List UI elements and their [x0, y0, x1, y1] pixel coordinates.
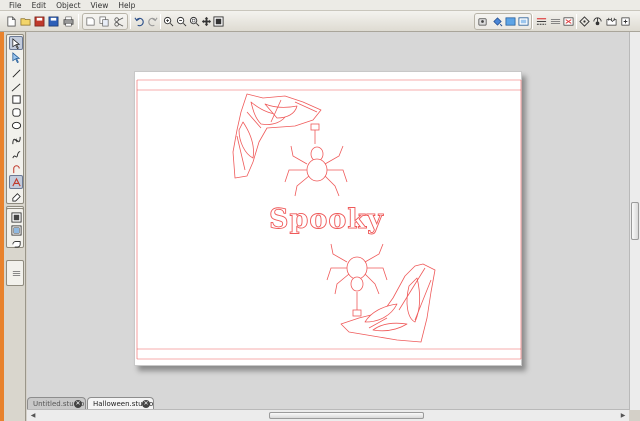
trace-icon[interactable] — [578, 14, 591, 28]
zoom-in-icon[interactable] — [162, 14, 175, 28]
tab-halloween[interactable]: Halloween.studio ✕ — [87, 397, 154, 409]
line-style-icon[interactable] — [535, 14, 548, 28]
select-tool-icon[interactable] — [9, 36, 23, 50]
main-toolbar — [0, 11, 640, 32]
menu-object[interactable]: Object — [51, 0, 85, 11]
panels-group — [6, 208, 24, 248]
horizontal-scrollbar[interactable]: ◀ ▶ — [27, 409, 629, 421]
open-folder-icon[interactable] — [19, 14, 32, 28]
toolbar-separator — [532, 14, 533, 29]
print-icon[interactable] — [62, 14, 75, 28]
copy-icon[interactable] — [98, 14, 111, 28]
fill-icon[interactable] — [491, 14, 504, 28]
tool-sidebar — [4, 32, 26, 421]
close-icon[interactable]: ✕ — [74, 400, 82, 408]
design-canvas[interactable]: Spooky — [27, 32, 629, 396]
point-edit-tool-icon[interactable] — [9, 50, 23, 64]
scroll-right-arrow-icon[interactable]: ▶ — [619, 411, 627, 419]
curve-tool-icon[interactable] — [9, 133, 23, 147]
eraser-tool-icon[interactable] — [9, 189, 23, 203]
design-artwork: Spooky — [136, 79, 522, 360]
cut-icon[interactable] — [84, 14, 97, 28]
rounded-rectangle-tool-icon[interactable] — [9, 105, 23, 119]
fill-panel-icon[interactable] — [9, 210, 23, 224]
document-tabs: Untitled.studio ✕ Halloween.studio ✕ — [27, 396, 629, 409]
transform-icon[interactable] — [562, 14, 575, 28]
toolbar-separator — [576, 14, 577, 29]
text-tool-icon[interactable] — [9, 175, 23, 189]
library-icon[interactable] — [9, 235, 23, 249]
spider-bottom — [326, 243, 388, 317]
undo-icon[interactable] — [133, 14, 146, 28]
vertical-scrollbar[interactable] — [629, 32, 640, 410]
tab-untitled[interactable]: Untitled.studio ✕ — [27, 397, 86, 409]
zoom-out-icon[interactable] — [175, 14, 188, 28]
save-as-icon[interactable] — [47, 14, 60, 28]
sidebar-toggle-panel — [6, 260, 24, 286]
save-icon[interactable] — [33, 14, 46, 28]
menu-edit[interactable]: Edit — [27, 0, 52, 11]
scroll-left-arrow-icon[interactable]: ◀ — [29, 411, 37, 419]
cut-settings-icon[interactable] — [591, 14, 604, 28]
redo-icon[interactable] — [146, 14, 159, 28]
vertical-scroll-thumb[interactable] — [631, 202, 639, 240]
paste-icon[interactable] — [112, 14, 125, 28]
page-setup-icon[interactable] — [504, 14, 517, 28]
toolbar-separator — [130, 14, 131, 29]
sidebar-toggle-icon[interactable] — [9, 266, 23, 280]
fit-to-window-icon[interactable] — [212, 14, 225, 28]
arc-tool-icon[interactable] — [9, 161, 23, 175]
toolbar-separator — [160, 14, 161, 29]
drawing-tools-panel — [6, 34, 24, 204]
cutting-mat[interactable]: Spooky — [134, 71, 522, 366]
menu-help[interactable]: Help — [113, 0, 140, 11]
horizontal-scroll-thumb[interactable] — [269, 412, 424, 419]
menu-view[interactable]: View — [86, 0, 114, 11]
design-text-spooky[interactable]: Spooky — [269, 204, 384, 236]
new-file-icon[interactable] — [5, 14, 18, 28]
offset-icon[interactable] — [549, 14, 562, 28]
ellipse-tool-icon[interactable] — [9, 118, 23, 132]
rectangle-tool-icon[interactable] — [9, 92, 23, 106]
cutter-icon[interactable] — [476, 14, 489, 28]
line-tool-icon[interactable] — [9, 66, 23, 80]
store-icon[interactable] — [605, 14, 618, 28]
replicate-icon[interactable] — [517, 14, 530, 28]
send-to-cutter-icon[interactable] — [619, 14, 632, 28]
menu-bar: File Edit Object View Help — [0, 0, 640, 11]
toolbar-separator — [78, 14, 79, 29]
freehand-tool-icon[interactable] — [9, 147, 23, 161]
menu-file[interactable]: File — [4, 0, 27, 11]
spider-top — [284, 123, 348, 197]
close-icon[interactable]: ✕ — [142, 400, 150, 408]
